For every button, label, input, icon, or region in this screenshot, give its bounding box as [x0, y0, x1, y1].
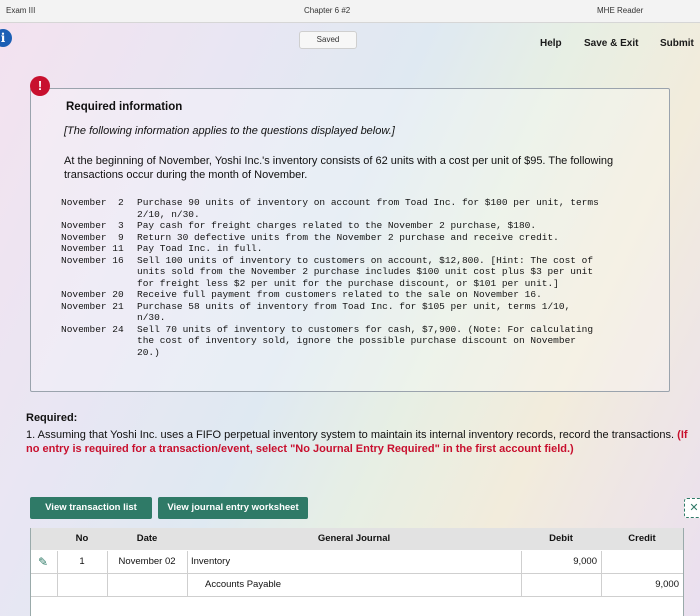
header-date: Date: [107, 528, 188, 550]
transaction-item-cont: the cost of inventory sold, ignore the p…: [137, 335, 576, 346]
view-transaction-list-button[interactable]: View transaction list: [30, 497, 152, 519]
transaction-item: November 20 Receive full payment from cus…: [61, 289, 542, 300]
transaction-item: November 24 Sell 70 units of inventory to…: [61, 323, 594, 335]
info-icon[interactable]: i: [0, 29, 12, 47]
row-account[interactable]: Inventory: [187, 551, 522, 573]
close-icon[interactable]: ✕: [684, 498, 700, 518]
table-row: ✎ 1 November 02 Inventory 9,000: [31, 551, 683, 574]
required-label: Required:: [26, 412, 78, 424]
submit-button[interactable]: Submit: [660, 38, 694, 49]
header-no: No: [57, 528, 108, 550]
header-general-journal: General Journal: [187, 528, 522, 550]
top-bar: Exam III Chapter 6 #2 MHE Reader: [0, 0, 700, 23]
saved-status: Saved: [299, 31, 357, 49]
transaction-item-cont: 2/10, n/30.: [137, 208, 200, 220]
row-credit[interactable]: [601, 551, 683, 573]
transaction-item: November 9 Return 30 defective units from…: [61, 231, 559, 243]
transaction-item: November 3 Pay cash for freight charges r…: [61, 220, 537, 231]
view-journal-worksheet-button[interactable]: View journal entry worksheet: [158, 497, 308, 519]
header-blank: [31, 528, 58, 550]
pencil-icon[interactable]: ✎: [38, 556, 50, 568]
transaction-item-cont: n/30.: [137, 312, 166, 323]
row-date: November 02: [107, 551, 188, 573]
save-exit-button[interactable]: Save & Exit: [584, 38, 638, 49]
help-button[interactable]: Help: [540, 38, 562, 49]
intro-text: At the beginning of November, Yoshi Inc.…: [64, 155, 614, 181]
header-credit: Credit: [601, 528, 683, 550]
transaction-item-cont: units sold from the November 2 purchase …: [137, 266, 594, 277]
row-no: 1: [57, 551, 108, 573]
required-info-subtitle: [The following information applies to th…: [64, 125, 395, 137]
transaction-item: November 16 Sell 100 units of inventory t…: [61, 254, 594, 266]
reader-link[interactable]: MHE Reader: [597, 6, 643, 15]
edit-cell: [31, 574, 58, 596]
row-account[interactable]: Accounts Payable: [187, 574, 522, 596]
transaction-item: November 11 Pay Toad Inc. in full.: [61, 243, 263, 254]
required-text: 1. Assuming that Yoshi Inc. uses a FIFO …: [26, 429, 688, 455]
row-debit[interactable]: 9,000: [521, 551, 602, 573]
row-credit[interactable]: 9,000: [601, 574, 683, 596]
transaction-item: November 21 Purchase 58 units of inventor…: [61, 300, 571, 312]
row-no: [57, 574, 108, 596]
transaction-item-cont: for freight less $2 per unit for the pur…: [137, 277, 559, 289]
edit-cell[interactable]: ✎: [31, 551, 58, 573]
exam-title: Exam III: [6, 6, 36, 15]
journal-table: No Date General Journal Debit Credit ✎ 1…: [30, 528, 684, 616]
chapter-title: Chapter 6 #2: [304, 6, 351, 15]
row-debit[interactable]: [521, 574, 602, 596]
alert-icon: !: [30, 76, 50, 96]
transaction-item: November 2 Purchase 90 units of inventory…: [61, 197, 599, 208]
table-row: Accounts Payable 9,000: [31, 574, 683, 597]
required-info-title: Required information: [66, 101, 183, 113]
row-date: [107, 574, 188, 596]
transaction-item-cont: 20.): [137, 346, 160, 358]
header-debit: Debit: [521, 528, 602, 550]
